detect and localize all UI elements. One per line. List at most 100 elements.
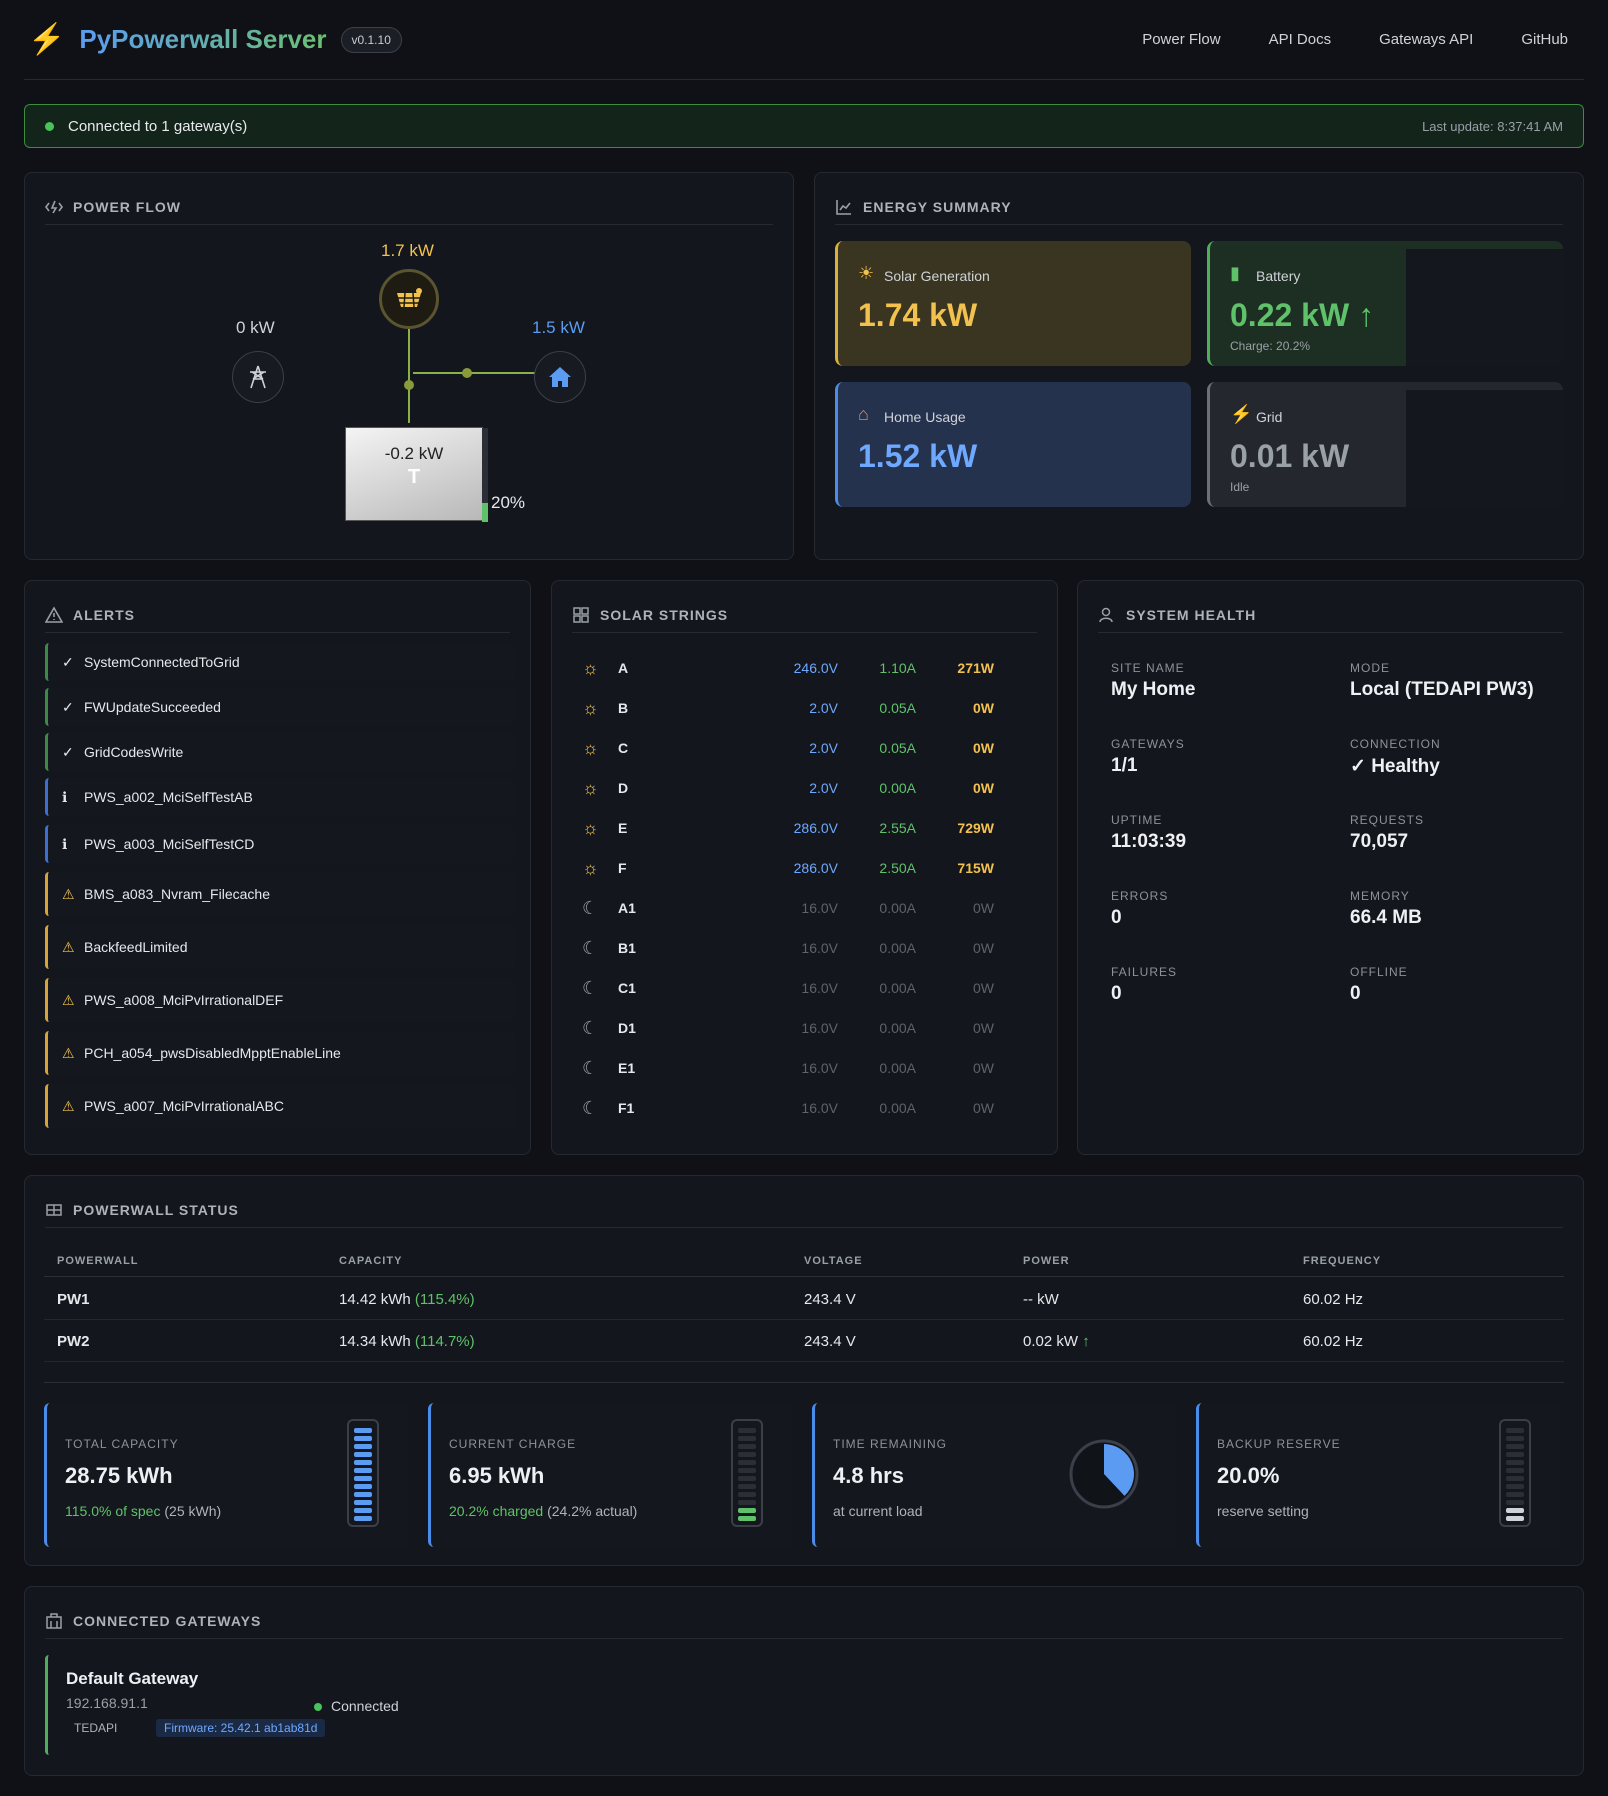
reserve-meter-icon: [1499, 1419, 1531, 1527]
tesla-logo-icon: T: [407, 466, 421, 488]
alert-item: ℹ PWS_a003_MciSelfTestCD: [45, 825, 515, 863]
string-power: 0W: [973, 780, 994, 796]
meter-segment: [354, 1444, 372, 1449]
table-row-pw1-voltage: 243.4 V: [804, 1291, 856, 1308]
alert-text: PWS_a008_MciPvIrrationalDEF: [84, 992, 284, 1008]
energy-summary-header: ENERGY SUMMARY: [835, 189, 1563, 225]
energy-summary-title: ENERGY SUMMARY: [863, 198, 1012, 215]
string-name: D1: [618, 1020, 636, 1036]
string-name: C: [618, 740, 629, 756]
alert-item: ⚠ BackfeedLimited: [45, 925, 515, 969]
firmware-badge: Firmware: 25.42.1 ab1ab81d: [156, 1719, 326, 1737]
memory-value: 66.4 MB: [1350, 907, 1422, 928]
moon-icon: ☾: [582, 897, 599, 918]
nav-gateways-api[interactable]: Gateways API: [1379, 31, 1473, 48]
pw2-power-value: 0.02 kW: [1023, 1333, 1079, 1350]
table-row-pw2-power: 0.02 kW ↑: [1023, 1333, 1090, 1350]
powerwall-node: -0.2 kW T: [345, 427, 488, 522]
page: ⚡ PyPowerwall Server v0.1.10 Power Flow …: [24, 0, 1584, 1776]
building-icon: [46, 1612, 62, 1629]
solar-generation-label: Solar Generation: [884, 268, 990, 284]
uptime-value: 11:03:39: [1111, 831, 1187, 852]
string-power: 729W: [957, 820, 994, 836]
meter-segment: [1506, 1436, 1524, 1441]
col-capacity: CAPACITY: [339, 1255, 403, 1267]
charge-meter-icon: [731, 1419, 763, 1527]
string-name: F: [618, 860, 627, 876]
pw1-capacity-pct: (115.4%): [414, 1291, 475, 1308]
chart-icon: [836, 199, 851, 215]
solar-generation-card: ☀ Solar Generation 1.74 kW: [835, 241, 1191, 366]
moon-icon: ☾: [582, 1017, 599, 1038]
table-row-pw2-capacity: 14.34 kWh (114.7%): [339, 1333, 475, 1350]
status-dot: [314, 1703, 322, 1711]
table-divider: [44, 1276, 1564, 1277]
alert-text: PCH_a054_pwsDisabledMpptEnableLine: [84, 1045, 341, 1061]
system-health-panel: SYSTEM HEALTH SITE NAME My Home MODE Local…: [1077, 580, 1584, 1155]
total-capacity-spec: 115.0% of spec: [65, 1503, 161, 1519]
nav-power-flow[interactable]: Power Flow: [1142, 31, 1220, 48]
home-usage-label: Home Usage: [884, 409, 966, 425]
home-icon: [549, 367, 571, 387]
string-power: 0W: [973, 740, 994, 756]
alerts-title: ALERTS: [73, 606, 135, 623]
string-power: 0W: [973, 1020, 994, 1036]
string-name: B1: [618, 940, 636, 956]
warning-triangle-icon: [45, 605, 63, 623]
string-current: 0.00A: [879, 940, 916, 956]
warning-icon: ⚠: [62, 1097, 75, 1114]
meter-segment: [738, 1468, 756, 1473]
system-health-title: SYSTEM HEALTH: [1126, 606, 1257, 623]
string-voltage: 2.0V: [809, 700, 838, 716]
alert-item: ℹ PWS_a002_MciSelfTestAB: [45, 778, 515, 816]
string-name: A: [618, 660, 629, 676]
string-voltage: 16.0V: [801, 980, 838, 996]
battery-percent: 20%: [491, 493, 526, 512]
meter-segment: [1506, 1492, 1524, 1497]
solar-generation-value: 1.74 kW: [858, 297, 978, 333]
current-charge-pct: 20.2% charged: [449, 1503, 544, 1519]
string-name: E: [618, 820, 628, 836]
alert-item: ⚠ PWS_a007_MciPvIrrationalABC: [45, 1084, 515, 1128]
string-power: 0W: [973, 980, 994, 996]
gateways-value: 1/1: [1111, 755, 1138, 776]
nav-github[interactable]: GitHub: [1521, 31, 1568, 48]
app-header: ⚡ PyPowerwall Server v0.1.10 Power Flow …: [24, 0, 1584, 80]
gateway-card[interactable]: Default Gateway 192.168.91.1 Connected T…: [45, 1655, 445, 1755]
solar-strings-header: SOLAR STRINGS: [572, 597, 1037, 633]
meter-segment: [738, 1492, 756, 1497]
col-frequency: FREQUENCY: [1303, 1255, 1382, 1267]
check-icon: ✓: [62, 743, 74, 760]
meter-segment: [1506, 1508, 1524, 1513]
battery-card-sparkline-mask: [1406, 249, 1563, 366]
nav-api-docs[interactable]: API Docs: [1269, 31, 1332, 48]
moon-icon: ☾: [582, 1097, 599, 1118]
string-current: 0.00A: [879, 780, 916, 796]
backup-reserve-sub: reserve setting: [1217, 1503, 1309, 1519]
meter-segment: [738, 1500, 756, 1505]
current-charge-actual: (24.2% actual): [547, 1503, 638, 1519]
solar-string-row: ☼ F 286.0V 2.50A 715W: [582, 853, 1032, 883]
memory-label: MEMORY: [1350, 889, 1410, 903]
meter-segment: [354, 1436, 372, 1441]
battery-level-fill: [482, 503, 488, 522]
solar-string-row: ☾ A1 16.0V 0.00A 0W: [582, 893, 1032, 923]
grid-card: ⚡ Grid 0.01 kW Idle: [1207, 382, 1563, 507]
time-remaining-sub: at current load: [833, 1503, 923, 1519]
meter-segment: [1506, 1428, 1524, 1433]
battery-label: Battery: [1256, 268, 1301, 284]
requests-cell: REQUESTS 70,057: [1350, 813, 1424, 853]
site-name-cell: SITE NAME My Home: [1111, 661, 1195, 701]
arrow-up-icon: ↑: [1358, 297, 1375, 333]
battery-level-track: [482, 428, 488, 522]
table-row-pw2-name: PW2: [57, 1333, 90, 1350]
string-power: 0W: [973, 1100, 994, 1116]
meter-segment: [354, 1476, 372, 1481]
meter-segment: [354, 1468, 372, 1473]
table-row-pw1-frequency: 60.02 Hz: [1303, 1291, 1364, 1308]
gateway-type: TEDAPI: [74, 1721, 118, 1735]
solar-string-row: ☼ A 246.0V 1.10A 271W: [582, 653, 1032, 683]
string-voltage: 246.0V: [793, 660, 838, 676]
connection-value: ✓ Healthy: [1350, 756, 1440, 777]
grid-value: 0.01 kW: [1230, 438, 1350, 474]
